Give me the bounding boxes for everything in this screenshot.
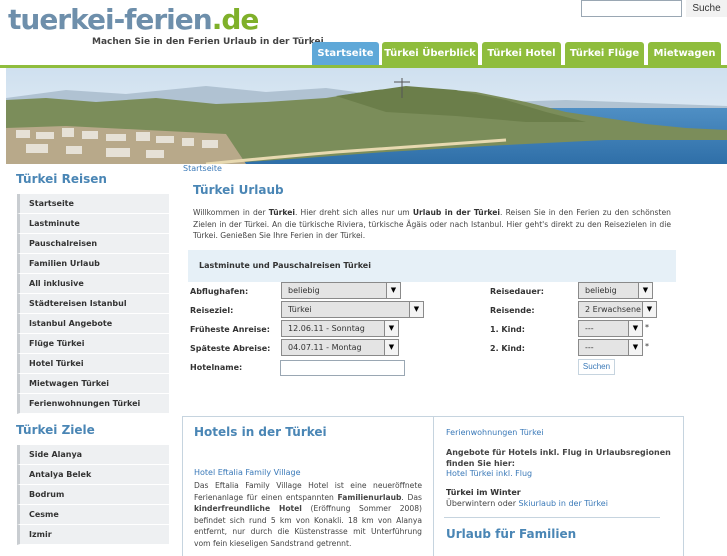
sidebar-item-lastminute[interactable]: Lastminute [17,214,169,234]
duration-label: Reisedauer: [490,287,544,296]
travellers-label: Reisende: [490,306,535,315]
sidebar-item-hotel-tuerkei[interactable]: Hotel Türkei [17,354,169,374]
hotels-heading: Hotels in der Türkei [194,425,327,439]
chevron-down-icon: ▼ [628,321,642,336]
destination-select[interactable]: Türkei ▼ [281,301,424,318]
earliest-arrival-select[interactable]: 12.06.11 - Sonntag ▼ [281,320,399,337]
earliest-arrival-label: Früheste Anreise: [190,325,270,334]
breadcrumb[interactable]: Startseite [183,164,222,173]
sidebar-item-bodrum[interactable]: Bodrum [17,485,169,505]
sidebar-item-familien-urlaub[interactable]: Familien Urlaub [17,254,169,274]
duration-select[interactable]: beliebig ▼ [578,282,653,299]
divider [444,517,660,518]
chevron-down-icon: ▼ [638,283,652,298]
hotel-tuerkei-flug-link[interactable]: Hotel Türkei inkl. Flug [446,469,532,478]
child2-select[interactable]: --- ▼ [578,339,643,356]
tagline: Machen Sie in den Ferien Urlaub in der T… [92,37,328,47]
search-button[interactable]: Suche [686,0,727,17]
logo-text: tuerkei-ferien [8,3,213,36]
tab-tuerkei-hotel[interactable]: Türkei Hotel [482,42,561,65]
tab-startseite[interactable]: Startseite [312,42,379,65]
sidebar-item-izmir[interactable]: Izmir [17,525,169,545]
sidebar-item-all-inklusive[interactable]: All inklusive [17,274,169,294]
child1-label: 1. Kind: [490,325,525,334]
sidebar-item-mietwagen-tuerkei[interactable]: Mietwagen Türkei [17,374,169,394]
sidebar-heading-ziele: Türkei Ziele [16,423,95,437]
tab-tuerkei-fluege[interactable]: Türkei Flüge [565,42,644,65]
familien-heading: Urlaub für Familien [446,527,577,541]
chevron-down-icon: ▼ [384,340,398,355]
sidebar-list-ziele: Side Alanya Antalya Belek Bodrum Cesme I… [17,445,169,545]
chevron-down-icon: ▼ [409,302,423,317]
sidebar-item-startseite[interactable]: Startseite [17,194,169,214]
child2-label: 2. Kind: [490,344,525,353]
site-logo[interactable]: tuerkei-ferien.de [8,2,260,38]
intro-text: Willkommen in der Türkei. Hier dreht sic… [193,208,671,240]
required-star: * [645,342,649,351]
search-input[interactable] [581,0,682,17]
chevron-down-icon: ▼ [642,302,656,317]
chevron-down-icon: ▼ [386,283,400,298]
sidebar-item-side-alanya[interactable]: Side Alanya [17,445,169,465]
sidebar-item-cesme[interactable]: Cesme [17,505,169,525]
chevron-down-icon: ▼ [384,321,398,336]
tab-tuerkei-ueberblick[interactable]: Türkei Überblick [382,42,478,65]
required-star: * [645,323,649,332]
hotel-eftalia-link[interactable]: Hotel Eftalia Family Village [194,468,301,477]
departure-label: Abflughafen: [190,287,249,296]
booking-title: Lastminute und Pauschalreisen Türkei [199,261,371,270]
winter-text: Überwintern oder Skiurlaub in der Türkei [446,499,608,508]
tab-mietwagen[interactable]: Mietwagen [648,42,721,65]
banner-image [6,68,727,164]
page-title: Türkei Urlaub [193,183,284,197]
hotel-description: Das Eftalia Family Village Hotel ist ein… [194,481,423,548]
child1-select[interactable]: --- ▼ [578,320,643,337]
sidebar-item-pauschalreisen[interactable]: Pauschalreisen [17,234,169,254]
winter-title: Türkei im Winter [446,488,521,497]
sidebar-item-ferienwohnungen-tuerkei[interactable]: Ferienwohnungen Türkei [17,394,169,414]
skiurlaub-link[interactable]: Skiurlaub in der Türkei [519,499,608,508]
latest-departure-select[interactable]: 04.07.11 - Montag ▼ [281,339,399,356]
ferienwohnungen-link[interactable]: Ferienwohnungen Türkei [446,428,544,437]
sidebar-heading-reisen: Türkei Reisen [16,172,107,186]
sidebar-item-istanbul-angebote[interactable]: Istanbul Angebote [17,314,169,334]
departure-select[interactable]: beliebig ▼ [281,282,401,299]
sidebar-item-staedtereisen-istanbul[interactable]: Städtereisen Istanbul [17,294,169,314]
chevron-down-icon: ▼ [628,340,642,355]
destination-label: Reiseziel: [190,306,234,315]
sidebar-item-fluege-tuerkei[interactable]: Flüge Türkei [17,334,169,354]
sidebar-list-reisen: Startseite Lastminute Pauschalreisen Fam… [17,194,169,414]
angebote-text: Angebote für Hotels inkl. Flug in Urlaub… [446,448,671,468]
hotelname-label: Hotelname: [190,363,243,372]
hotelname-input[interactable] [280,360,405,376]
travellers-select[interactable]: 2 Erwachsene ▼ [578,301,657,318]
logo-tld: .de [211,3,260,36]
latest-departure-label: Späteste Abreise: [190,344,271,353]
search-submit-button[interactable]: Suchen [578,359,615,375]
sidebar-item-antalya-belek[interactable]: Antalya Belek [17,465,169,485]
